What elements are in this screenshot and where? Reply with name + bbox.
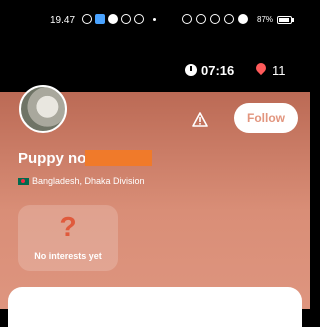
more-dot-icon (153, 17, 156, 21)
notification-icons (82, 14, 156, 24)
settings-icon (121, 14, 131, 24)
location-row: Bangladesh, Dhaka Division (18, 176, 145, 186)
vibrate-icon (196, 14, 206, 24)
clock-icon (185, 64, 197, 76)
whatsapp-icon (82, 14, 92, 24)
timer-value: 07:16 (201, 63, 235, 78)
avatar[interactable] (19, 85, 67, 133)
pin-count: 11 (272, 63, 286, 78)
battery-percent: 87% (257, 15, 274, 24)
warning-icon[interactable] (192, 112, 208, 132)
signal-bars-icon (238, 14, 248, 24)
battery-icon (277, 16, 292, 24)
question-mark-icon: ? (59, 211, 77, 242)
profile-name: Puppy no (18, 150, 87, 167)
location-text: Bangladesh, Dhaka Division (32, 176, 145, 186)
alarm-icon (182, 14, 192, 24)
google-icon (108, 14, 118, 24)
interests-empty-text: No interests yet (34, 251, 102, 261)
pinterest-icon (134, 14, 144, 24)
wifi-icon (210, 14, 220, 24)
status-time: 19.47 (50, 15, 76, 26)
redaction-box (85, 150, 152, 166)
app-icon (95, 14, 105, 24)
bottom-sheet (8, 287, 302, 327)
signal-icon (224, 14, 234, 24)
bangladesh-flag-icon (18, 177, 29, 185)
interests-card: ? No interests yet (18, 205, 118, 271)
status-bar: 19.47 87% (0, 0, 310, 52)
follow-button[interactable]: Follow (234, 103, 298, 133)
system-icons (182, 14, 248, 24)
location-pin-icon[interactable] (253, 60, 269, 76)
